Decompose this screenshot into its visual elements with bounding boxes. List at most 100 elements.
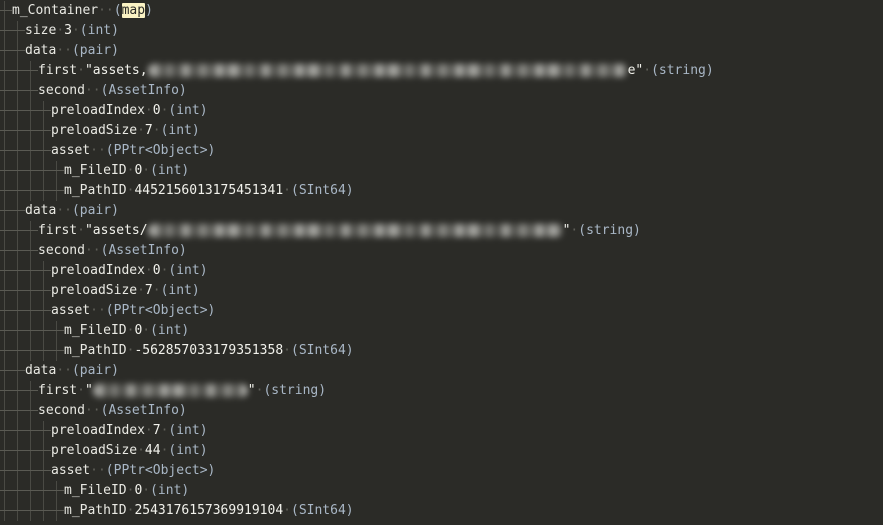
tree-row-content: preloadIndex·0·(int) <box>51 101 208 121</box>
tree-connector-line <box>0 10 12 11</box>
tree-row[interactable]: preloadIndex·7·(int) <box>0 421 883 441</box>
tree-row[interactable]: second··(AssetInfo) <box>0 81 883 101</box>
tree-connector-line <box>0 110 51 111</box>
indent-guide-line <box>17 61 18 81</box>
indent-guide-line <box>17 161 18 181</box>
indent-guide-line <box>30 501 31 521</box>
tree-row[interactable]: m_FileID·0·(int) <box>0 161 883 181</box>
indent-guide-line <box>4 301 5 321</box>
whitespace-dot: ·· <box>84 403 101 418</box>
tree-row[interactable]: m_FileID·0·(int) <box>0 321 883 341</box>
indent-guide-line <box>4 181 5 201</box>
indent-guide-line <box>4 41 5 61</box>
indent-guide-line <box>4 401 5 421</box>
tree-row[interactable]: size·3·(int) <box>0 21 883 41</box>
tree-row[interactable]: asset··(PPtr<Object>) <box>0 301 883 321</box>
tree-connector-line <box>0 410 38 411</box>
tree-node-type: (AssetInfo) <box>100 403 187 418</box>
tree-row[interactable]: m_PathID·2543176157369919104·(SInt64) <box>0 501 883 521</box>
tree-node-type: (int) <box>160 283 200 298</box>
indent-guide-line <box>17 21 18 41</box>
tree-row[interactable]: asset··(PPtr<Object>) <box>0 141 883 161</box>
tree-connector-line <box>0 250 38 251</box>
tree-node-type: (int) <box>150 483 190 498</box>
indent-guide-line <box>30 321 31 341</box>
tree-row[interactable]: preloadIndex·0·(int) <box>0 261 883 281</box>
tree-node-label: preloadIndex <box>51 263 145 278</box>
tree-row[interactable]: first·" "·(string) <box>0 381 883 401</box>
indent-guide-line <box>30 301 31 321</box>
tree-node-type: (int) <box>160 123 200 138</box>
indent-guide-line <box>43 321 44 341</box>
tree-row-content: second··(AssetInfo) <box>38 81 187 101</box>
indent-guide-line <box>4 441 5 461</box>
tree-row-content: m_FileID·0·(int) <box>64 321 189 341</box>
tree-row[interactable]: m_Container··(map) <box>0 1 883 21</box>
whitespace-dot: ·· <box>98 3 114 18</box>
tree-row[interactable]: data··(pair) <box>0 361 883 381</box>
whitespace-dot: · <box>77 63 85 78</box>
tree-node-value: 2543176157369919104 <box>134 503 284 518</box>
tree-row[interactable]: m_FileID·0·(int) <box>0 481 883 501</box>
indent-guide-line <box>4 201 5 221</box>
tree-node-type: (PPtr<Object>) <box>105 143 216 158</box>
tree-row[interactable]: data··(pair) <box>0 41 883 61</box>
indent-guide-line <box>30 81 31 101</box>
indent-guide-line <box>43 421 44 441</box>
tree-row-content: m_PathID·-562857033179351358·(SInt64) <box>64 341 354 361</box>
tree-node-type: (SInt64) <box>291 183 354 198</box>
whitespace-dot: · <box>152 123 161 138</box>
whitespace-dot: ·· <box>56 203 72 218</box>
tree-node-label: asset <box>51 463 91 478</box>
indent-guide-line <box>17 241 18 261</box>
tree-row-content: m_FileID·0·(int) <box>64 481 189 501</box>
whitespace-dot: · <box>142 323 151 338</box>
tree-row[interactable]: preloadSize·7·(int) <box>0 281 883 301</box>
redacted-string-value <box>92 384 248 397</box>
indent-guide-line <box>4 341 5 361</box>
tree-node-value: 0 <box>152 103 161 118</box>
asset-tree-view[interactable]: m_Container··(map) size·3·(int) data··(pai… <box>0 0 883 525</box>
indent-guide-line <box>30 261 31 281</box>
tree-row[interactable]: preloadSize·44·(int) <box>0 441 883 461</box>
tree-connector-line <box>0 470 51 471</box>
tree-row[interactable]: second··(AssetInfo) <box>0 241 883 261</box>
tree-row[interactable]: preloadIndex·0·(int) <box>0 101 883 121</box>
tree-connector-line <box>0 490 64 491</box>
tree-node-type: (pair) <box>71 203 119 218</box>
tree-node-label: first <box>38 63 78 78</box>
tree-node-label: asset <box>51 143 91 158</box>
tree-row-content: asset··(PPtr<Object>) <box>51 301 215 321</box>
indent-guide-line <box>17 301 18 321</box>
tree-row-content: data··(pair) <box>25 201 119 221</box>
tree-row-content: second··(AssetInfo) <box>38 241 187 261</box>
tree-node-label: m_Container <box>12 3 99 18</box>
tree-row[interactable]: m_PathID·-562857033179351358·(SInt64) <box>0 341 883 361</box>
indent-guide-line <box>4 381 5 401</box>
tree-row[interactable]: second··(AssetInfo) <box>0 401 883 421</box>
whitespace-dot: ·· <box>90 143 106 158</box>
indent-guide-line <box>17 201 18 221</box>
tree-connector-line <box>0 170 64 171</box>
string-value-suffix: e" <box>627 63 644 78</box>
tree-connector-line <box>0 50 25 51</box>
whitespace-dot: · <box>144 103 153 118</box>
tree-row[interactable]: data··(pair) <box>0 201 883 221</box>
tree-connector-line <box>0 510 64 511</box>
tree-connector-line <box>0 330 64 331</box>
whitespace-dot: · <box>71 23 80 38</box>
indent-guide-line <box>30 221 31 241</box>
tree-row[interactable]: preloadSize·7·(int) <box>0 121 883 141</box>
tree-row[interactable]: first·"assets, e"·(string) <box>0 61 883 81</box>
whitespace-dot: · <box>137 283 145 298</box>
indent-guide-line <box>17 481 18 501</box>
tree-connector-line <box>0 30 25 31</box>
whitespace-dot: · <box>56 23 65 38</box>
tree-row-content: preloadSize·7·(int) <box>51 121 200 141</box>
tree-row[interactable]: asset··(PPtr<Object>) <box>0 461 883 481</box>
tree-node-label: m_PathID <box>64 343 127 358</box>
tree-row[interactable]: m_PathID·4452156013175451341·(SInt64) <box>0 181 883 201</box>
indent-guide-line <box>4 361 5 381</box>
tree-node-type: (string) <box>578 223 641 238</box>
tree-row[interactable]: first·"assets/"·(string) <box>0 221 883 241</box>
